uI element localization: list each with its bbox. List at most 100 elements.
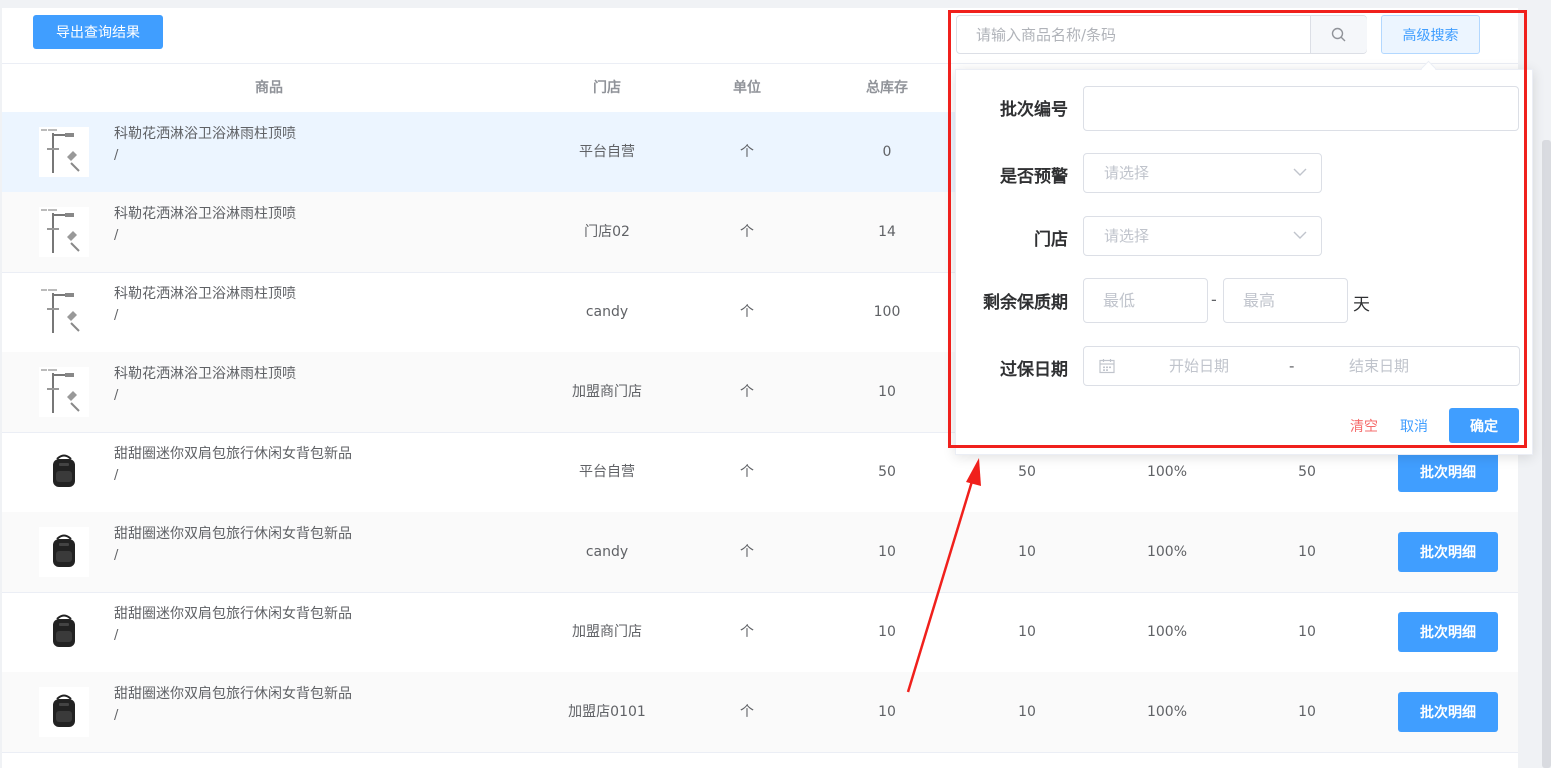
cancel-button[interactable]: 取消 [1400, 416, 1428, 436]
product-name: 科勒花洒淋浴卫浴淋雨柱顶喷 [114, 126, 296, 142]
top-strip [0, 0, 1551, 8]
percentage-cell: 100% [1146, 544, 1188, 560]
product-thumbnail [39, 207, 89, 257]
advanced-search-button[interactable]: 高级搜索 [1381, 15, 1480, 54]
product-code: / [114, 228, 119, 243]
unit-cell: 个 [740, 384, 754, 400]
unit-cell: 个 [740, 464, 754, 480]
total-stock-cell: 10 [878, 704, 896, 720]
batch-detail-button[interactable]: 批次明细 [1398, 452, 1498, 492]
header-product: 商品 [255, 80, 283, 96]
store-cell: 加盟店0101 [568, 704, 646, 720]
search-box [956, 15, 1367, 54]
product-thumbnail [39, 127, 89, 177]
warning-select[interactable]: 请选择 [1083, 153, 1322, 193]
quantity-cell: 10 [1298, 704, 1316, 720]
table-row[interactable]: 甜甜圈迷你双肩包旅行休闲女背包新品 / candy 个 10 10 100% 10 批次明细 [2, 512, 1518, 593]
store-select-placeholder: 请选择 [1104, 227, 1150, 245]
product-name: 科勒花洒淋浴卫浴淋雨柱顶喷 [114, 366, 296, 382]
product-name: 甜甜圈迷你双肩包旅行休闲女背包新品 [114, 686, 352, 702]
product-thumbnail [39, 607, 89, 657]
expiry-date-range-picker[interactable]: 开始日期 - 结束日期 [1083, 346, 1520, 386]
batch-detail-button[interactable]: 批次明细 [1398, 612, 1498, 652]
unit-cell: 个 [740, 624, 754, 640]
batch-number-input[interactable] [1083, 86, 1519, 131]
product-name: 科勒花洒淋浴卫浴淋雨柱顶喷 [114, 206, 296, 222]
stock-cell: 10 [1018, 704, 1036, 720]
search-button[interactable] [1310, 16, 1367, 53]
product-name: 甜甜圈迷你双肩包旅行休闲女背包新品 [114, 526, 352, 542]
stock-cell: 10 [1018, 544, 1036, 560]
product-thumbnail [39, 687, 89, 737]
product-code: / [114, 628, 119, 643]
export-results-button[interactable]: 导出查询结果 [33, 15, 163, 49]
expiry-date-label: 过保日期 [1000, 360, 1068, 380]
store-cell: 门店02 [584, 224, 630, 240]
percentage-cell: 100% [1146, 624, 1188, 640]
chevron-down-icon [1293, 231, 1307, 239]
store-select[interactable]: 请选择 [1083, 216, 1322, 256]
total-stock-cell: 10 [878, 624, 896, 640]
shelf-life-max-input[interactable] [1223, 278, 1348, 323]
store-cell: 平台自营 [579, 144, 635, 160]
batch-detail-button[interactable]: 批次明细 [1398, 532, 1498, 572]
store-filter-label: 门店 [1034, 230, 1068, 250]
shelf-life-label: 剩余保质期 [983, 293, 1068, 313]
table-row[interactable]: 甜甜圈迷你双肩包旅行休闲女背包新品 / 加盟店0101 个 10 10 100% 10 批次明细 [2, 672, 1518, 753]
unit-cell: 个 [740, 144, 754, 160]
chevron-down-icon [1293, 168, 1307, 176]
days-unit: 天 [1353, 295, 1370, 315]
product-thumbnail [39, 527, 89, 577]
header-unit: 单位 [733, 80, 761, 96]
batch-detail-button[interactable]: 批次明细 [1398, 692, 1498, 732]
product-name: 甜甜圈迷你双肩包旅行休闲女背包新品 [114, 446, 352, 462]
calendar-icon [1099, 359, 1115, 374]
clear-button[interactable]: 清空 [1350, 416, 1378, 436]
total-stock-cell: 100 [873, 304, 901, 320]
date-range-separator: - [1289, 357, 1295, 375]
quantity-cell: 10 [1298, 544, 1316, 560]
product-code: / [114, 148, 119, 163]
product-code: / [114, 708, 119, 723]
total-stock-cell: 14 [878, 224, 896, 240]
batch-number-label: 批次编号 [1000, 100, 1068, 120]
product-code: / [114, 548, 119, 563]
header-total-stock: 总库存 [866, 80, 908, 96]
unit-cell: 个 [740, 704, 754, 720]
product-name: 甜甜圈迷你双肩包旅行休闲女背包新品 [114, 606, 352, 622]
product-thumbnail [39, 447, 89, 497]
shelf-life-min-input[interactable] [1083, 278, 1208, 323]
warning-select-placeholder: 请选择 [1104, 164, 1150, 182]
table-row[interactable]: 甜甜圈迷你双肩包旅行休闲女背包新品 / 加盟商门店 个 10 10 100% 10 批次明细 [2, 592, 1518, 673]
search-icon [1331, 27, 1346, 42]
unit-cell: 个 [740, 224, 754, 240]
store-cell: candy [585, 544, 629, 560]
unit-cell: 个 [740, 304, 754, 320]
product-thumbnail [39, 287, 89, 337]
total-stock-cell: 10 [878, 544, 896, 560]
store-cell: candy [585, 304, 629, 320]
product-code: / [114, 308, 119, 323]
product-code: / [114, 468, 119, 483]
range-separator: - [1211, 290, 1217, 309]
scrollbar-thumb[interactable] [1542, 140, 1551, 768]
store-cell: 平台自营 [579, 464, 635, 480]
start-date-placeholder[interactable]: 开始日期 [1169, 347, 1229, 385]
unit-cell: 个 [740, 544, 754, 560]
store-cell: 加盟商门店 [572, 384, 642, 400]
search-input[interactable] [957, 16, 1309, 53]
product-name: 科勒花洒淋浴卫浴淋雨柱顶喷 [114, 286, 296, 302]
end-date-placeholder[interactable]: 结束日期 [1349, 347, 1409, 385]
stock-cell: 10 [1018, 624, 1036, 640]
total-stock-cell: 10 [878, 384, 896, 400]
quantity-cell: 10 [1298, 624, 1316, 640]
product-code: / [114, 388, 119, 403]
product-thumbnail [39, 367, 89, 417]
total-stock-cell: 50 [878, 464, 896, 480]
percentage-cell: 100% [1146, 704, 1188, 720]
confirm-button[interactable]: 确定 [1449, 408, 1519, 443]
total-stock-cell: 0 [882, 144, 892, 160]
warning-label: 是否预警 [1000, 167, 1068, 187]
header-store: 门店 [593, 80, 621, 96]
store-cell: 加盟商门店 [572, 624, 642, 640]
